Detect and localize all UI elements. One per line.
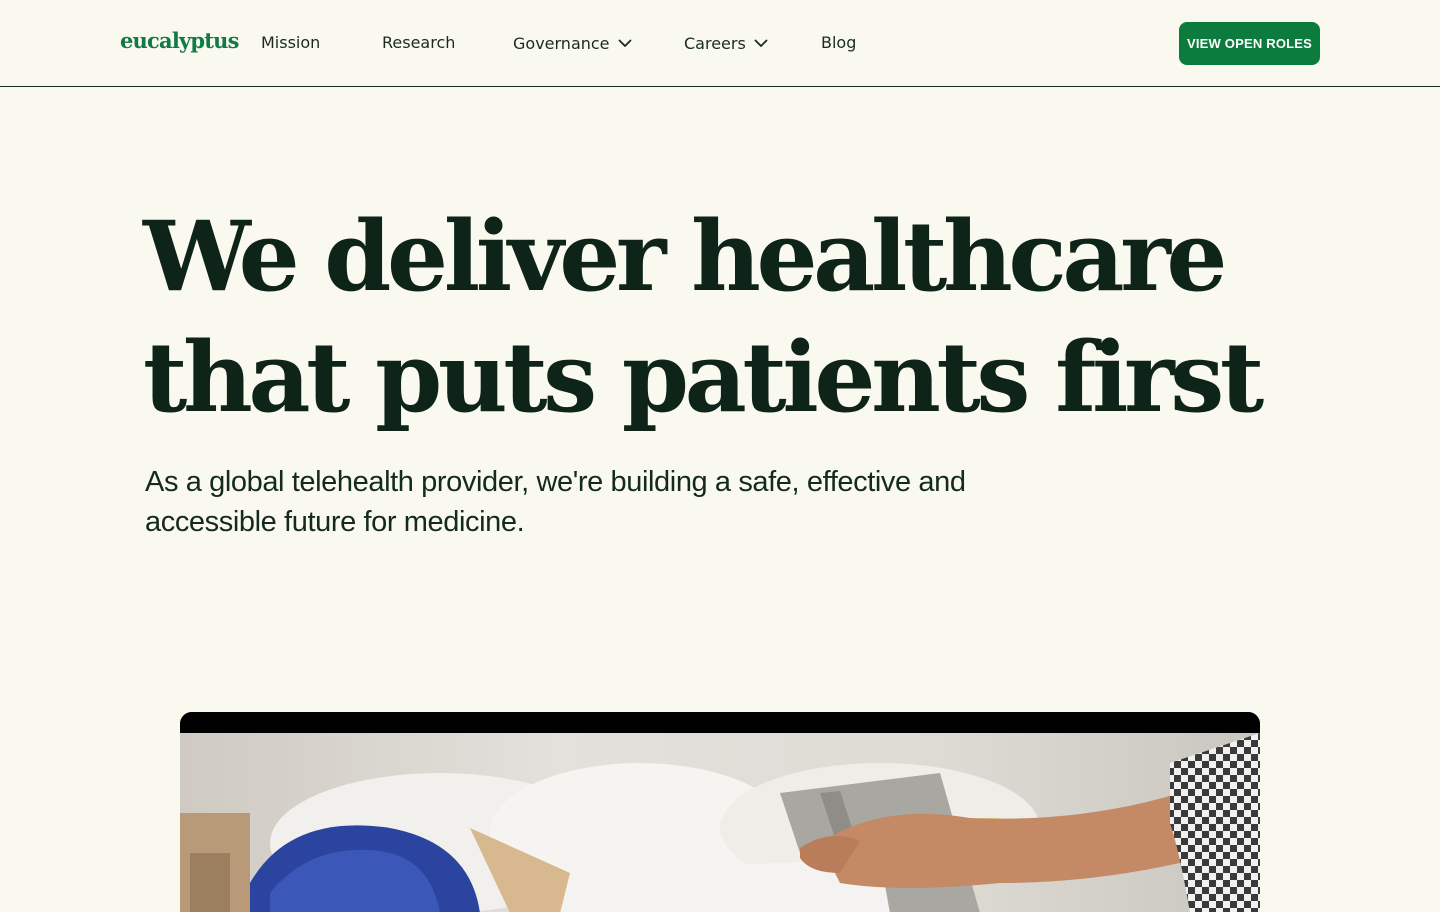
image-top-bar: [180, 712, 1260, 733]
chevron-down-icon: [618, 39, 632, 48]
nav-item-blog[interactable]: Blog: [821, 33, 856, 52]
nav-item-label: Careers: [684, 34, 746, 53]
hero-subtitle: As a global telehealth provider, we're b…: [145, 466, 966, 538]
hero-title-line: that puts patients first: [143, 321, 1264, 434]
hero-photo: [180, 733, 1260, 912]
nav-item-label: Mission: [261, 33, 321, 52]
nav-item-research[interactable]: Research: [382, 33, 455, 52]
hero-image: [180, 712, 1260, 912]
nav-item-careers[interactable]: Careers: [684, 34, 768, 53]
view-open-roles-button[interactable]: VIEW OPEN ROLES: [1179, 22, 1320, 65]
nav-item-label: Governance: [513, 34, 610, 53]
nav-item-mission[interactable]: Mission: [261, 33, 320, 52]
hero-title-line: We deliver healthcare: [143, 200, 1227, 313]
chevron-down-icon: [754, 39, 768, 48]
nav-item-label: Blog: [821, 33, 857, 52]
logo[interactable]: eucalyptus: [120, 28, 239, 53]
nav-item-label: Research: [382, 33, 456, 52]
hero-title: We deliver healthcare that puts patients…: [143, 196, 1264, 438]
site-header: eucalyptus Mission Research Governance C…: [0, 0, 1440, 87]
nav-item-governance[interactable]: Governance: [513, 34, 632, 53]
